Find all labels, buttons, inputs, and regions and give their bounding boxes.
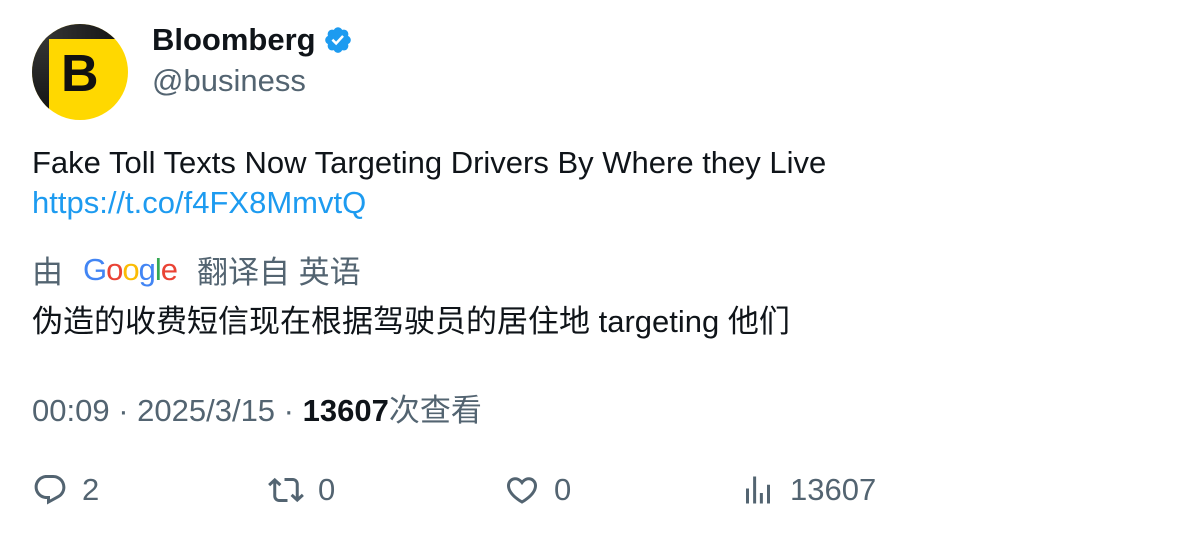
avatar-side-bar [32, 24, 49, 120]
translation-attribution: 由 Google 翻译自 英语 [32, 247, 361, 292]
reply-count: 2 [82, 472, 100, 507]
retweet-button[interactable]: 0 [268, 472, 335, 508]
retweet-count: 0 [318, 472, 336, 507]
tweet-body: Fake Toll Texts Now Targeting Drivers By… [32, 143, 826, 223]
like-button[interactable]: 0 [504, 472, 571, 508]
like-count: 0 [554, 472, 572, 507]
heart-icon [506, 477, 538, 504]
views-label: 次查看 [388, 393, 482, 428]
views-count-action: 13607 [790, 472, 877, 507]
avatar[interactable]: B [32, 24, 128, 120]
meta-separator: · [275, 393, 303, 428]
translation-prefix: 由 [32, 255, 63, 290]
reply-icon [34, 475, 66, 505]
reply-button[interactable]: 2 [32, 472, 99, 508]
author-handle[interactable]: @business [152, 63, 306, 99]
tweet-date[interactable]: 2025/3/15 [137, 393, 275, 428]
tweet-link[interactable]: https://t.co/f4FX8MmvtQ [32, 183, 826, 223]
verified-badge-icon[interactable] [323, 25, 353, 55]
author-name-row: Bloomberg [152, 22, 353, 58]
avatar-letter: B [61, 45, 99, 103]
tweet-text: Fake Toll Texts Now Targeting Drivers By… [32, 145, 827, 180]
translation-suffix: 翻译自 英语 [197, 255, 361, 290]
retweet-icon [268, 477, 304, 503]
google-logo-icon: Google [83, 251, 178, 287]
tweet-meta: 00:09 · 2025/3/15 · 13607次查看 [32, 385, 482, 430]
translated-text: 伪造的收费短信现在根据驾驶员的居住地 targeting 他们 [32, 304, 790, 339]
views-button[interactable]: 13607 [740, 472, 876, 508]
views-count: 13607 [302, 393, 389, 428]
tweet-time[interactable]: 00:09 [32, 393, 110, 428]
analytics-icon [746, 476, 770, 504]
author-display-name[interactable]: Bloomberg [152, 22, 316, 58]
meta-separator: · [109, 393, 138, 428]
